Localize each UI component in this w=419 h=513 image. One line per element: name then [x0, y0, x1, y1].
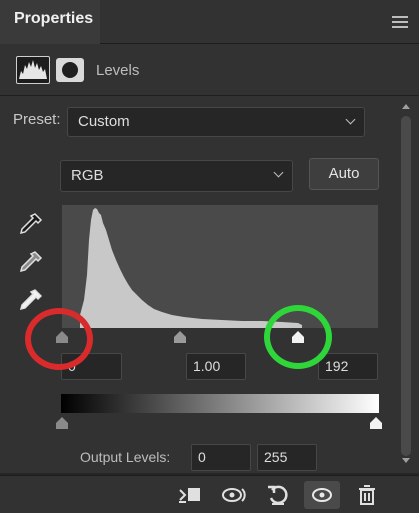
footer-toolbar [0, 475, 419, 513]
adjustment-type-label: Levels [96, 62, 140, 79]
input-gamma-slider[interactable] [173, 330, 187, 344]
chevron-down-icon [273, 167, 284, 178]
auto-button[interactable]: Auto [309, 158, 379, 190]
gray-point-eyedropper-icon[interactable] [16, 249, 44, 277]
preset-value: Custom [78, 113, 130, 130]
channel-dropdown[interactable]: RGB [60, 160, 293, 192]
output-black-slider[interactable] [55, 416, 69, 430]
white-point-eyedropper-icon[interactable] [16, 287, 44, 315]
panel-title: Properties [14, 10, 94, 27]
channel-value: RGB [71, 167, 104, 184]
green-annotation-circle [264, 305, 332, 369]
red-annotation-circle [25, 308, 93, 370]
preset-dropdown[interactable]: Custom [67, 107, 365, 137]
input-gamma-field[interactable]: 1.00 [186, 353, 246, 380]
properties-header: Levels [0, 44, 419, 96]
output-white-field[interactable]: 255 [257, 444, 317, 471]
output-white-slider[interactable] [369, 416, 383, 430]
reset-icon[interactable] [264, 481, 292, 509]
histogram [62, 205, 378, 328]
hamburger-menu-icon[interactable] [392, 16, 408, 28]
black-point-eyedropper-icon[interactable] [16, 211, 44, 239]
panel-tab-bar: Properties [0, 0, 419, 44]
output-gradient-bar [61, 394, 379, 413]
properties-tab[interactable]: Properties [0, 0, 100, 44]
scroll-up-arrow-icon[interactable] [402, 104, 410, 109]
levels-histogram-icon[interactable] [16, 56, 50, 84]
scroll-down-arrow-icon[interactable] [402, 458, 410, 463]
chevron-down-icon [345, 114, 356, 125]
view-previous-state-icon[interactable] [220, 481, 248, 509]
clip-to-layer-icon[interactable] [176, 481, 204, 509]
output-levels-label: Output Levels: [80, 449, 171, 465]
scrollbar-thumb[interactable] [401, 116, 411, 456]
delete-icon[interactable] [353, 481, 381, 509]
histogram-graph [80, 208, 302, 328]
layer-mask-icon[interactable] [56, 58, 84, 82]
preset-label: Preset: [13, 111, 61, 128]
input-white-field[interactable]: 192 [318, 353, 378, 380]
toggle-visibility-icon[interactable] [304, 481, 340, 509]
output-black-field[interactable]: 0 [191, 444, 251, 471]
